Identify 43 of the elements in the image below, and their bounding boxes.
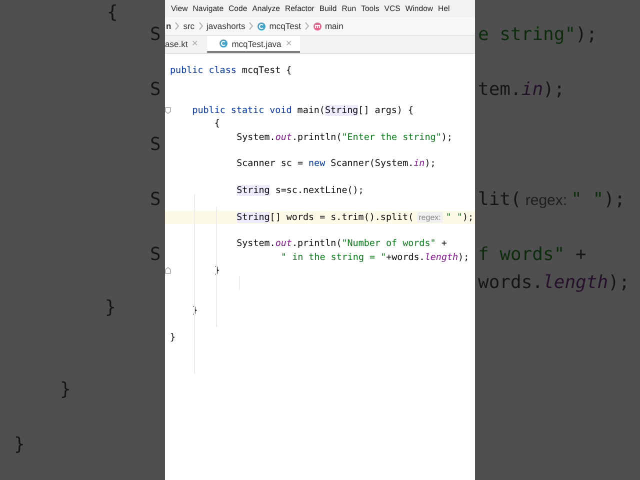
code-line: } [14,434,25,455]
chevron-icon [249,22,254,30]
code-line: f words" + [478,244,586,265]
fold-icon[interactable] [165,107,171,114]
code-line: public static void main(String[] args) { [192,104,414,118]
code-line: lit( [478,189,522,210]
code-line: S [150,189,161,210]
code-line: S [150,134,161,155]
breadcrumb-item[interactable]: javashorts [206,21,246,31]
code-line: words.length); [478,272,630,293]
chevron-icon [198,22,203,30]
class-icon [218,39,228,48]
fold-icon[interactable] [165,267,171,274]
breadcrumb-item[interactable]: main [312,21,344,31]
code-line: tem.in); [478,79,565,100]
code-text: " "); [571,189,626,210]
code-line: public class mcqTest { [170,64,292,78]
code-line: S [150,244,161,265]
code-line: } [170,330,176,344]
breadcrumb-item[interactable]: mcqTest [257,21,301,31]
breadcrumb-item[interactable]: n [166,21,172,31]
code-line: " in the string = "+words.length); [281,250,470,264]
code-line: S [150,24,161,45]
method-icon [312,22,322,30]
editor-tab[interactable]: ase.kt ✕ [165,36,207,53]
code-text: " "); [446,210,474,224]
chevron-icon [304,22,309,30]
editor-tab[interactable]: mcqTest.java ✕ [206,36,300,53]
code-line: String[] words = s.trim().split( [236,210,414,224]
code-line: Scanner sc = new Scanner(System.in); [236,157,436,171]
class-icon [257,22,266,30]
code-line: } [105,297,116,318]
parameter-hint: regex: [416,212,443,223]
code-line: System.out.println("Enter the string"); [236,130,452,144]
code-line: e string"); [478,24,598,45]
code-line: } [60,379,71,400]
breadcrumb-item[interactable]: src [183,21,195,31]
code-line: { [214,117,220,131]
code-line: System.out.println("Number of words" + [236,237,447,251]
code-line: String s=sc.nextLine(); [236,184,364,198]
code-line: S [150,79,161,100]
chevron-icon [175,22,180,30]
code-line: { [107,2,118,23]
